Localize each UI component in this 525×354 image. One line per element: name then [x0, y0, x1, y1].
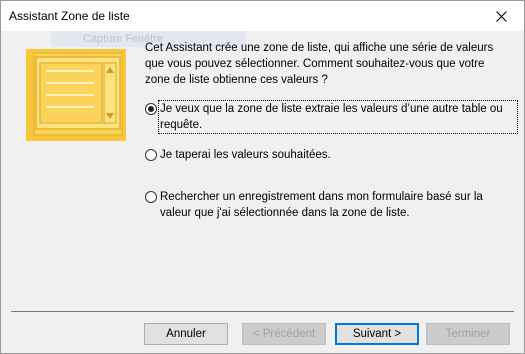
radio-find-record[interactable] — [145, 191, 157, 203]
option-type-values[interactable]: Je taperai les valeurs souhaitées. — [145, 147, 332, 163]
radio-type-values[interactable] — [145, 149, 157, 161]
next-button[interactable]: Suivant > — [335, 323, 419, 345]
intro-text: Cet Assistant crée une zone de liste, qu… — [145, 42, 494, 86]
separator — [11, 311, 514, 312]
cancel-button[interactable]: Annuler — [144, 323, 228, 345]
close-button[interactable] — [478, 1, 524, 31]
listbox-illustration-icon — [26, 49, 126, 141]
wizard-window: Assistant Zone de liste Capture Fenêtre … — [0, 0, 525, 354]
previous-button[interactable]: < Précédent — [242, 323, 326, 345]
radio-extract-from-table[interactable] — [145, 103, 157, 115]
option-type-values-label[interactable]: Je taperai les valeurs souhaitées. — [159, 147, 332, 163]
option-extract-from-table-label[interactable]: Je veux que la zone de liste extraie les… — [158, 100, 518, 134]
option-find-record[interactable]: Rechercher un enregistrement dans mon fo… — [145, 189, 511, 221]
close-icon — [495, 10, 507, 22]
option-extract-from-table[interactable]: Je veux que la zone de liste extraie les… — [145, 100, 518, 134]
title-bar: Assistant Zone de liste — [1, 1, 524, 31]
window-title: Assistant Zone de liste — [9, 9, 130, 23]
option-find-record-label[interactable]: Rechercher un enregistrement dans mon fo… — [159, 189, 511, 221]
finish-button[interactable]: Terminer — [426, 323, 510, 345]
